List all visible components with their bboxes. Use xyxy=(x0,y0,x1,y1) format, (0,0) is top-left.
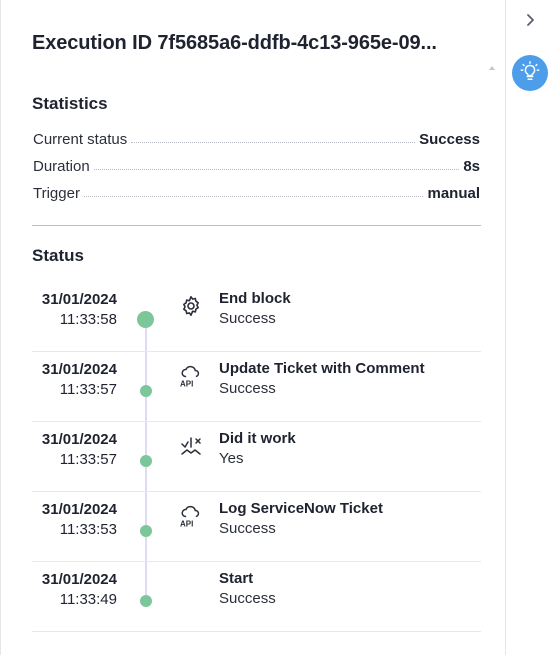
stat-dot-leader xyxy=(131,142,416,143)
event-time: 11:33:58 xyxy=(59,311,117,328)
event-name: Log ServiceNow Ticket xyxy=(219,500,383,517)
stat-row-trigger: Trigger manual xyxy=(33,182,480,202)
cloud-api-icon: API xyxy=(179,364,203,389)
event-date: 31/01/2024 xyxy=(41,361,117,378)
stat-label: Current status xyxy=(33,131,128,148)
lightbulb-icon xyxy=(519,60,541,87)
scroll-up-arrow[interactable] xyxy=(489,66,495,70)
chevron-right-icon xyxy=(524,12,536,33)
insights-button[interactable] xyxy=(512,55,548,91)
event-name: Start xyxy=(219,570,254,587)
svg-text:API: API xyxy=(180,380,193,389)
stat-label: Duration xyxy=(33,158,90,175)
event-date: 31/01/2024 xyxy=(41,501,117,518)
stat-value: 8s xyxy=(463,158,480,175)
gear-icon xyxy=(179,294,203,318)
event-date: 31/01/2024 xyxy=(41,571,117,588)
timeline-dot xyxy=(140,525,152,537)
timeline-event: 31/01/2024 11:33:57 Did it work Yes xyxy=(32,422,481,492)
event-status: Success xyxy=(219,380,276,397)
execution-details-panel: Execution ID 7f5685a6-ddfb-4c13-965e-09.… xyxy=(0,0,506,655)
event-status: Success xyxy=(219,310,276,327)
event-time: 11:33:57 xyxy=(59,451,117,468)
event-separator xyxy=(32,631,481,632)
event-name: End block xyxy=(219,290,291,307)
timeline-event: 31/01/2024 11:33:53 API Log ServiceNow T… xyxy=(32,492,481,562)
stat-value: Success xyxy=(419,131,480,148)
status-heading: Status xyxy=(32,246,84,265)
stat-dot-leader xyxy=(93,169,460,170)
event-status: Yes xyxy=(219,450,244,467)
event-name: Update Ticket with Comment xyxy=(219,360,425,377)
stat-value: manual xyxy=(427,185,480,202)
statistics-heading: Statistics xyxy=(32,94,108,113)
event-name: Did it work xyxy=(219,430,296,447)
cloud-api-icon: API xyxy=(179,504,203,529)
stat-label: Trigger xyxy=(33,185,80,202)
section-divider xyxy=(32,225,481,226)
stat-row-duration: Duration 8s xyxy=(33,155,480,175)
event-date: 31/01/2024 xyxy=(41,291,117,308)
event-time: 11:33:53 xyxy=(59,521,117,538)
collapse-panel-button[interactable] xyxy=(520,10,540,34)
event-date: 31/01/2024 xyxy=(41,431,117,448)
stat-dot-leader xyxy=(83,196,424,197)
event-time: 11:33:49 xyxy=(59,591,117,608)
timeline-dot xyxy=(140,385,152,397)
execution-title: Execution ID 7f5685a6-ddfb-4c13-965e-09.… xyxy=(32,32,437,54)
timeline-event: 31/01/2024 11:33:57 API Update Ticket wi… xyxy=(32,352,481,422)
timeline-dot xyxy=(140,455,152,467)
timeline-event: 31/01/2024 11:33:58 End block Success xyxy=(32,282,481,352)
event-time: 11:33:57 xyxy=(59,381,117,398)
timeline-dot-current xyxy=(137,311,154,328)
timeline-event: 31/01/2024 11:33:49 Start Success xyxy=(32,562,481,632)
svg-text:API: API xyxy=(180,520,193,529)
stat-row-current-status: Current status Success xyxy=(33,128,480,148)
timeline-dot xyxy=(140,595,152,607)
event-status: Success xyxy=(219,590,276,607)
branch-condition-icon xyxy=(179,434,203,458)
event-status: Success xyxy=(219,520,276,537)
